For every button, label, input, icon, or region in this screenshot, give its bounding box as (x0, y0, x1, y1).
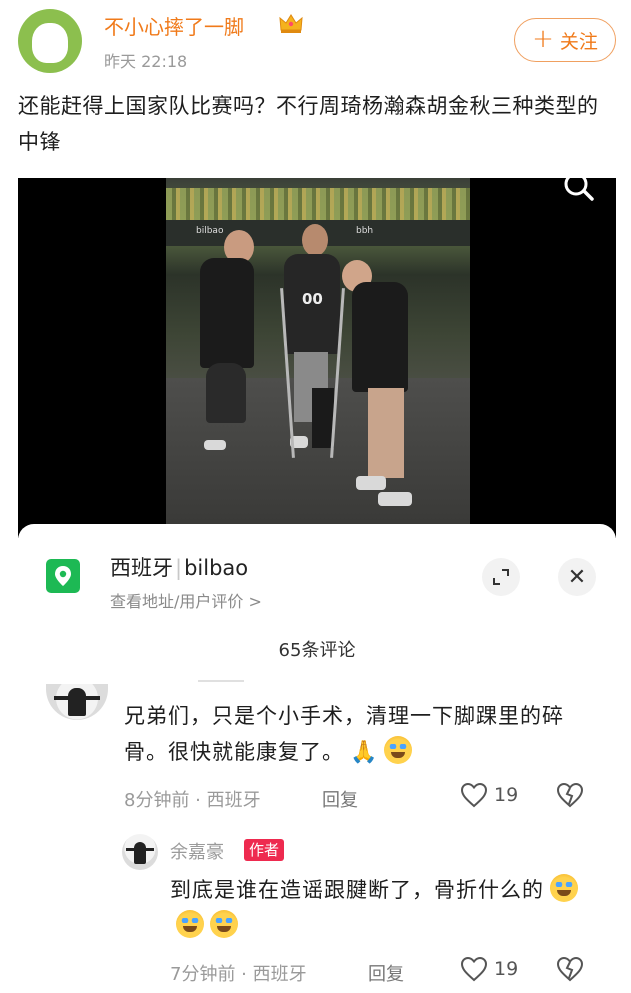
avatar-figure (32, 23, 68, 63)
comment-location: 西班牙 (206, 790, 261, 811)
location-separator: | (175, 556, 183, 580)
crying-emoji-icon (550, 874, 578, 902)
crying-emoji-icon (384, 736, 413, 764)
reply-button[interactable]: 回复 (322, 786, 358, 812)
comment-meta: 8分钟前 · 西班牙 (124, 790, 261, 811)
avatar-arms (54, 696, 100, 700)
reply-button[interactable]: 回复 (368, 960, 404, 986)
author-name[interactable]: 不小心摔了一脚 (104, 11, 244, 40)
post-header: v 不小心摔了一脚 昨天 22:18 + 关注 (0, 0, 631, 84)
post-text: 还能赶得上国家队比赛吗？不行周琦杨瀚森胡金秋三种类型的中锋 (18, 94, 599, 154)
board-text: bilbao (196, 226, 224, 236)
commenter-avatar[interactable] (46, 684, 108, 720)
avatar-arms (126, 848, 154, 851)
shoe (378, 492, 412, 506)
heart-icon (460, 782, 488, 808)
location-title[interactable]: 西班牙|bilbao (110, 552, 248, 582)
comment-count: 65条评论 (278, 640, 356, 661)
reply-author-name[interactable]: 余嘉豪 (170, 838, 224, 864)
post-image[interactable]: bilbao bbh 00 (18, 178, 616, 538)
board-text: bbh (356, 226, 374, 236)
pray-emoji-icon: 🙏 (350, 740, 379, 765)
arena-photo: bilbao bbh 00 (166, 178, 470, 524)
jersey-number: 00 (302, 290, 323, 308)
like-button[interactable]: 19 (460, 956, 518, 982)
broken-heart-icon[interactable] (556, 782, 584, 808)
expand-button[interactable] (482, 558, 520, 596)
doctor-body (352, 282, 408, 392)
reply-location: 西班牙 (252, 964, 307, 985)
like-count: 19 (494, 784, 519, 806)
reply-time: 7分钟前 (170, 964, 236, 985)
reply-text: 到底是谁在造谣跟腱断了，骨折什么的 (170, 878, 544, 902)
verified-badge-icon: v (80, 61, 82, 73)
plus-icon: + (532, 24, 554, 54)
shoe (204, 440, 226, 450)
follow-button[interactable]: + 关注 (514, 18, 616, 62)
comment-time: 8分钟前 (124, 790, 190, 811)
location-sheet: 西班牙|bilbao 查看地址/用户评价 > ✕ 65条评论 兄弟们，只是个小手… (18, 524, 616, 993)
author-avatar[interactable] (18, 9, 82, 73)
like-count: 19 (494, 958, 519, 980)
broken-heart-icon[interactable] (556, 956, 584, 982)
like-button[interactable]: 19 (460, 782, 518, 808)
location-pin-icon (46, 559, 80, 593)
comment-text: 兄弟们，只是个小手术，清理一下脚踝里的碎骨。很快就能康复了。 (124, 704, 564, 764)
player-head (302, 224, 328, 256)
location-city: bilbao (184, 556, 249, 580)
crying-emoji-icon (176, 910, 204, 938)
expand-icon (493, 569, 509, 585)
post-time: 昨天 22:18 (104, 52, 188, 71)
divider (198, 680, 244, 682)
reply-body: 到底是谁在造谣跟腱断了，骨折什么的 (170, 872, 600, 944)
follow-label: 关注 (559, 30, 598, 53)
search-icon[interactable] (558, 178, 598, 206)
shoe (356, 476, 386, 490)
crown-icon (279, 14, 303, 33)
avatar-figure (68, 688, 86, 716)
doctor-legs (368, 388, 404, 478)
close-icon: ✕ (567, 564, 587, 590)
comment-body: 兄弟们，只是个小手术，清理一下脚踝里的碎骨。很快就能康复了。 🙏 (124, 698, 604, 771)
close-button[interactable]: ✕ (558, 558, 596, 596)
avatar-figure (134, 842, 146, 864)
author-badge: 作者 (244, 839, 285, 861)
crying-emoji-icon (210, 910, 238, 938)
reply-meta: 7分钟前 · 西班牙 (170, 964, 307, 985)
person-left (200, 258, 254, 368)
location-subtitle-link[interactable]: 查看地址/用户评价 > (110, 588, 262, 612)
person-left-legs (206, 363, 246, 423)
heart-icon (460, 956, 488, 982)
location-country: 西班牙 (110, 556, 173, 580)
author-reply-avatar[interactable] (122, 834, 158, 870)
